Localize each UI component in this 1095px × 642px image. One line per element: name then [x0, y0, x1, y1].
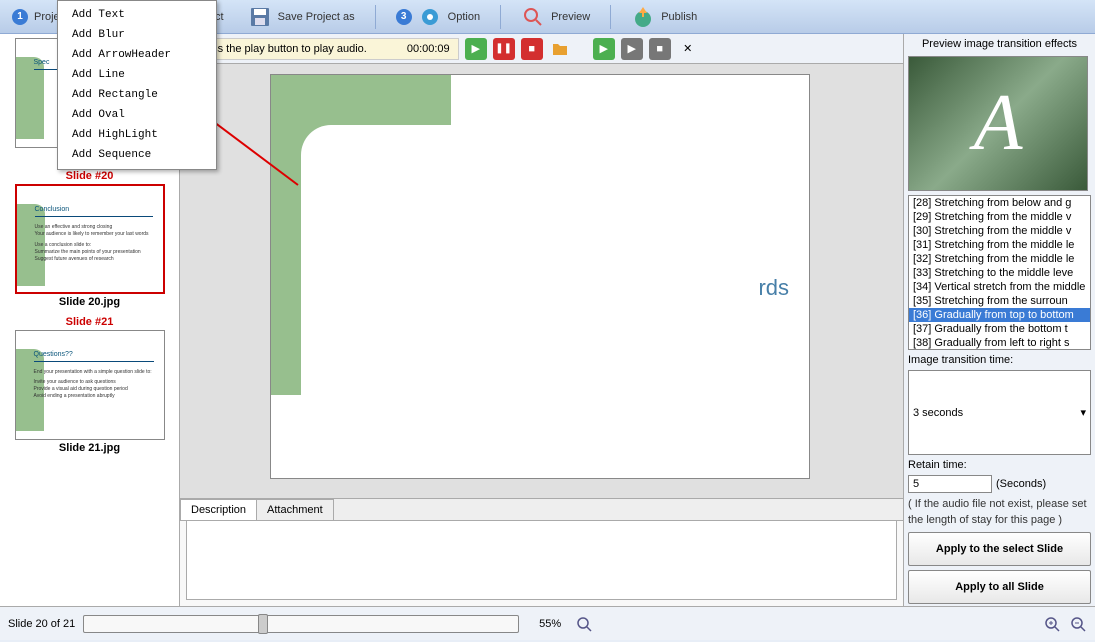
- menu-add-oval[interactable]: Add Oval: [58, 105, 216, 125]
- slide-canvas-area[interactable]: rds: [180, 64, 903, 498]
- slide-item[interactable]: Slide #21 Questions?? End your presentat…: [4, 314, 175, 456]
- retain-time-label: Retain time:: [908, 459, 1091, 471]
- divider: [500, 5, 501, 29]
- publish-label: Publish: [661, 11, 697, 23]
- transition-preview: A: [908, 56, 1088, 191]
- zoom-percent: 55%: [539, 618, 561, 630]
- menu-add-highlight[interactable]: Add HighLight: [58, 125, 216, 145]
- thumb-line-text: Your audience is likely to remember your…: [35, 231, 149, 237]
- audio-time: 00:00:09: [407, 43, 450, 55]
- save-project-as-label: Save Project as: [278, 11, 355, 23]
- transition-item[interactable]: [35] Stretching from the surroun: [909, 294, 1090, 308]
- slide-text-fragment: rds: [758, 275, 789, 301]
- thumb-line-text: Summarize the main points of your presen…: [35, 249, 141, 255]
- preview-label: Preview: [551, 11, 590, 23]
- retain-time-unit: (Seconds): [996, 478, 1046, 490]
- right-panel: Preview image transition effects A [28] …: [903, 34, 1095, 606]
- preview-button[interactable]: Preview: [515, 3, 596, 31]
- slide-canvas[interactable]: rds: [270, 74, 810, 479]
- zoom-slider[interactable]: [83, 615, 519, 633]
- transition-item[interactable]: [29] Stretching from the middle v: [909, 210, 1090, 224]
- zoom-fit-icon[interactable]: [575, 615, 593, 633]
- menu-add-blur[interactable]: Add Blur: [58, 25, 216, 45]
- menu-add-text[interactable]: Add Text: [58, 5, 216, 25]
- audio-message: Press the play button to play audio.: [195, 43, 367, 55]
- stop-button[interactable]: ■: [521, 38, 543, 60]
- tab-attachment[interactable]: Attachment: [256, 499, 334, 520]
- preview-letter: A: [974, 78, 1023, 169]
- close-audio-button[interactable]: ✕: [677, 38, 699, 60]
- bottom-panel: Description Attachment: [180, 498, 903, 606]
- gear-icon: [418, 5, 442, 29]
- save-project-as-button[interactable]: Save Project as: [242, 3, 361, 31]
- folder-open-button[interactable]: [549, 38, 571, 60]
- thumb-line-text: Invite your audience to ask questions: [34, 379, 116, 385]
- slide-filename: Slide 21.jpg: [4, 440, 175, 456]
- transition-item[interactable]: [38] Gradually from left to right s: [909, 336, 1090, 350]
- pause-button[interactable]: ❚❚: [493, 38, 515, 60]
- menu-add-sequence[interactable]: Add Sequence: [58, 145, 216, 165]
- publish-button[interactable]: Publish: [625, 3, 703, 31]
- preview-title: Preview image transition effects: [908, 36, 1091, 52]
- stop-all-button[interactable]: ■: [649, 38, 671, 60]
- transition-item[interactable]: [36] Gradually from top to bottom: [909, 308, 1090, 322]
- slide-filename: Slide 20.jpg: [4, 294, 175, 310]
- thumb-line-text: End your presentation with a simple ques…: [34, 369, 152, 375]
- transition-list[interactable]: [28] Stretching from below and g[29] Str…: [908, 195, 1091, 350]
- transition-time-label: Image transition time:: [908, 354, 1091, 366]
- thumb-line-text: Use an effective and strong closing: [35, 224, 113, 230]
- thumb-line-text: Use a conclusion slide to:: [35, 242, 92, 248]
- magnifier-icon: [521, 5, 545, 29]
- floppy-icon: [248, 5, 272, 29]
- next-button[interactable]: ▶: [621, 38, 643, 60]
- description-content[interactable]: [186, 520, 897, 600]
- thumb-heading: Spec: [34, 59, 50, 66]
- divider: [375, 5, 376, 29]
- zoom-in-icon[interactable]: [1043, 615, 1061, 633]
- step-badge-3: 3: [396, 9, 412, 25]
- thumb-line-text: Provide a visual aid during question per…: [34, 386, 128, 392]
- thumb-heading: Conclusion: [35, 206, 70, 213]
- slide-title: Slide #21: [4, 314, 175, 330]
- menu-add-rectangle[interactable]: Add Rectangle: [58, 85, 216, 105]
- add-context-menu: Add Text Add Blur Add ArrowHeader Add Li…: [57, 0, 217, 170]
- option-label: Option: [448, 11, 480, 23]
- apply-select-slide-button[interactable]: Apply to the select Slide: [908, 532, 1091, 566]
- transition-item[interactable]: [30] Stretching from the middle v: [909, 224, 1090, 238]
- slide-title: Slide #20: [4, 168, 175, 184]
- menu-add-line[interactable]: Add Line: [58, 65, 216, 85]
- thumb-line-text: Avoid ending a presentation abruptly: [34, 393, 115, 399]
- audio-control-bar: Press the play button to play audio. 00:…: [180, 34, 903, 64]
- status-bar: Slide 20 of 21 55%: [0, 606, 1095, 640]
- slide-counter: Slide 20 of 21: [8, 618, 75, 630]
- retain-time-input[interactable]: 5: [908, 475, 992, 493]
- transition-item[interactable]: [33] Stretching to the middle leve: [909, 266, 1090, 280]
- chevron-down-icon: ▾: [1080, 406, 1086, 419]
- zoom-thumb[interactable]: [258, 614, 268, 634]
- step-badge-1: 1: [12, 9, 28, 25]
- transition-time-value: 3 seconds: [913, 407, 963, 419]
- option-button[interactable]: 3 Option: [390, 3, 486, 31]
- folder-icon: [551, 40, 569, 58]
- slide-item[interactable]: Slide #20 Conclusion Use an effective an…: [4, 168, 175, 310]
- tab-description[interactable]: Description: [180, 499, 257, 520]
- divider: [610, 5, 611, 29]
- audio-info-box: Press the play button to play audio. 00:…: [186, 38, 459, 60]
- thumb-heading: Questions??: [34, 351, 73, 358]
- apply-all-slide-button[interactable]: Apply to all Slide: [908, 570, 1091, 604]
- transition-item[interactable]: [31] Stretching from the middle le: [909, 238, 1090, 252]
- menu-add-arrowheader[interactable]: Add ArrowHeader: [58, 45, 216, 65]
- thumb-line-text: Suggest future avenues of research: [35, 256, 114, 262]
- transition-item[interactable]: [34] Vertical stretch from the middle: [909, 280, 1090, 294]
- transition-item[interactable]: [28] Stretching from below and g: [909, 196, 1090, 210]
- transition-time-dropdown[interactable]: 3 seconds ▾: [908, 370, 1091, 455]
- transition-item[interactable]: [32] Stretching from the middle le: [909, 252, 1090, 266]
- play-all-button[interactable]: ▶: [593, 38, 615, 60]
- transition-item[interactable]: [37] Gradually from the bottom t: [909, 322, 1090, 336]
- play-button[interactable]: ▶: [465, 38, 487, 60]
- globe-upload-icon: [631, 5, 655, 29]
- slide-graphic: [271, 75, 451, 395]
- zoom-out-icon[interactable]: [1069, 615, 1087, 633]
- retain-hint: ( If the audio file not exist, please se…: [908, 497, 1091, 528]
